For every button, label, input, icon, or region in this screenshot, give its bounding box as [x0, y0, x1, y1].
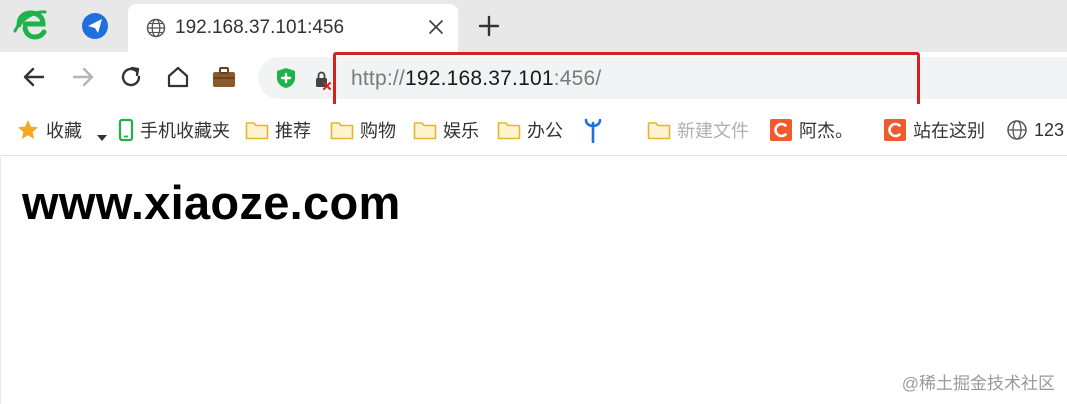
c-logo-icon	[770, 119, 792, 141]
bookmark-label: 收藏	[46, 121, 82, 141]
folder-icon	[647, 122, 671, 140]
mobile-phone-icon	[118, 118, 134, 142]
bookmark-folder[interactable]: 办公	[497, 118, 563, 142]
url-text[interactable]: http://192.168.37.101:456/	[351, 67, 601, 91]
new-tab-plus-icon[interactable]	[477, 14, 501, 38]
folder-icon	[497, 122, 521, 140]
bookmark-label: 办公	[527, 121, 563, 141]
chevron-down-icon[interactable]	[96, 126, 108, 150]
bookmark-label: 阿杰。	[799, 121, 853, 141]
reload-icon[interactable]	[118, 64, 144, 90]
bookmark-label: 123	[1034, 119, 1065, 140]
bookmarks-bar: 收藏 手机收藏夹 推荐 购物 娱乐 办公 新建文件 阿杰。 站在这别 123	[0, 104, 1067, 156]
paper-plane-icon[interactable]	[80, 11, 110, 41]
trident-icon	[584, 118, 602, 143]
tab-strip: 192.168.37.101:456	[0, 0, 1067, 52]
watermark: @稀土掘金技术社区	[901, 374, 1055, 393]
bookmark-folder[interactable]: 推荐	[245, 118, 311, 142]
bookmark-folder[interactable]: 购物	[330, 118, 396, 142]
shield-plus-icon[interactable]	[275, 67, 297, 89]
url-protocol: http://	[351, 67, 405, 90]
bookmark-label: 手机收藏夹	[140, 121, 230, 141]
folder-icon	[330, 122, 354, 140]
page-heading: www.xiaoze.com	[22, 176, 401, 229]
page-content: www.xiaoze.com @稀土掘金技术社区	[0, 157, 1067, 404]
lock-insecure-icon[interactable]	[314, 70, 332, 90]
url-host: 192.168.37.101	[404, 67, 554, 90]
address-bar[interactable]: http://192.168.37.101:456/	[258, 57, 1067, 99]
bookmark-favorites[interactable]: 收藏	[16, 118, 82, 142]
folder-icon	[413, 122, 437, 140]
close-icon[interactable]	[426, 17, 446, 37]
bookmark-folder[interactable]: 娱乐	[413, 118, 479, 142]
bookmark-site[interactable]: 站在这别	[883, 118, 985, 142]
globe-icon	[146, 18, 166, 38]
bookmark-label: 站在这别	[913, 121, 985, 141]
globe-icon	[1007, 120, 1027, 140]
home-icon[interactable]	[165, 64, 191, 90]
bookmark-site[interactable]: 123	[1006, 118, 1064, 142]
toolbox-icon[interactable]	[211, 64, 237, 90]
active-tab[interactable]: 192.168.37.101:456	[128, 4, 458, 52]
c-logo-icon	[884, 119, 906, 141]
bookmark-site[interactable]: 阿杰。	[769, 118, 853, 142]
back-arrow-icon[interactable]	[21, 64, 47, 90]
forward-arrow-icon[interactable]	[70, 64, 96, 90]
bookmark-trident[interactable]	[583, 118, 609, 143]
navigation-bar: http://192.168.37.101:456/	[0, 52, 1067, 104]
bookmark-mobile[interactable]: 手机收藏夹	[118, 118, 230, 142]
folder-icon	[245, 122, 269, 140]
ie-e-logo-icon[interactable]	[12, 6, 50, 44]
bookmark-label: 推荐	[275, 121, 311, 141]
star-icon	[18, 120, 38, 139]
url-path: :456/	[553, 67, 602, 90]
bookmark-folder[interactable]: 新建文件	[647, 118, 749, 142]
bookmark-label: 新建文件	[677, 121, 749, 141]
bookmark-label: 购物	[360, 121, 396, 141]
tab-title: 192.168.37.101:456	[175, 17, 345, 38]
bookmark-label: 娱乐	[443, 121, 479, 141]
